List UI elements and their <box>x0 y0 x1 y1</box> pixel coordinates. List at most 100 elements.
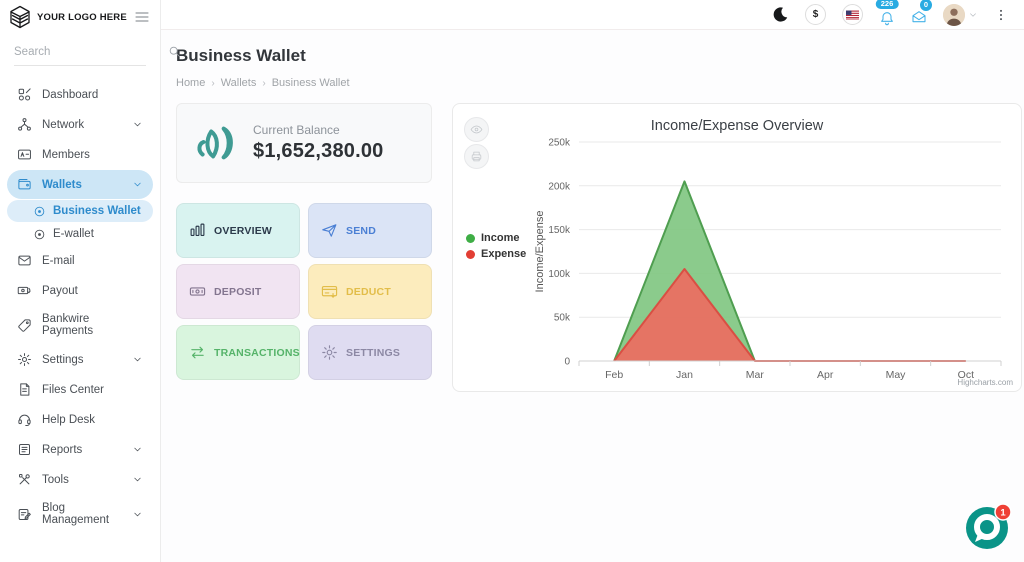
sidebar-item-files-center[interactable]: Files Center <box>7 375 153 404</box>
button-label: TRANSACTIONS <box>214 346 300 359</box>
wallet-actions: OVERVIEW SEND DEPOSIT DEDUCT TRANSACTION… <box>176 203 432 380</box>
paper-plane-icon <box>322 224 337 237</box>
notifications-button[interactable]: 226 <box>875 0 899 26</box>
currency-button[interactable]: $ <box>805 4 826 25</box>
breadcrumb-separator: › <box>211 77 215 89</box>
nav-label: Bankwire Payments <box>42 313 94 337</box>
chevron-down-icon <box>134 122 141 127</box>
nav-label: Business Wallet <box>53 205 141 217</box>
envelope-open-icon <box>912 10 926 22</box>
settings-button[interactable]: SETTINGS <box>308 325 432 380</box>
deduct-button[interactable]: DEDUCT <box>308 264 432 319</box>
breadcrumb: Home › Wallets › Business Wallet <box>176 77 350 89</box>
message-badge: 0 <box>920 0 932 11</box>
sidebar-nav: Dashboard Network Members Wallets Busine… <box>0 80 160 533</box>
file-icon <box>20 383 30 396</box>
sidebar-item-settings[interactable]: Settings <box>7 345 153 374</box>
svg-text:Jan: Jan <box>676 369 693 381</box>
button-label: SETTINGS <box>346 346 401 359</box>
svg-text:250k: 250k <box>548 138 571 149</box>
swap-arrows-icon <box>191 346 204 359</box>
sidebar-item-email[interactable]: E-mail <box>7 246 153 275</box>
send-button[interactable]: SEND <box>308 203 432 258</box>
area-chart: 050k100k150k200k250kFeb Jan Mar Apr May OctIn… <box>534 138 1002 381</box>
nav-label: Network <box>42 118 85 131</box>
sidebar-item-dashboard[interactable]: Dashboard <box>7 80 153 109</box>
sidebar-item-tools[interactable]: Tools <box>7 465 153 494</box>
sidebar-item-blog-management[interactable]: Blog Management <box>7 495 153 533</box>
chat-unread-badge: 1 <box>1000 507 1006 518</box>
sidebar-item-e-wallet[interactable]: E-wallet <box>7 223 153 245</box>
breadcrumb-wallets[interactable]: Wallets <box>221 77 257 89</box>
user-menu[interactable] <box>943 3 978 26</box>
search-icon[interactable] <box>168 45 181 58</box>
breadcrumb-home[interactable]: Home <box>176 77 205 89</box>
report-icon <box>19 444 30 455</box>
svg-text:May: May <box>886 369 907 381</box>
nav-label: Payout <box>42 284 78 297</box>
network-icon <box>18 118 31 131</box>
price-tag-icon <box>18 318 31 332</box>
envelope-icon <box>18 255 31 266</box>
target-icon <box>34 206 45 216</box>
svg-text:Mar: Mar <box>746 369 765 381</box>
card-minus-icon <box>321 285 338 298</box>
deposit-button[interactable]: DEPOSIT <box>176 264 300 319</box>
gear-icon <box>322 345 337 360</box>
target-icon <box>34 229 45 239</box>
nav-label: Blog Management <box>42 502 110 526</box>
top-bar: $ 226 0 <box>161 0 1024 30</box>
chat-widget-button[interactable]: 1 <box>964 503 1012 551</box>
banknote-icon <box>189 287 206 296</box>
button-label: DEDUCT <box>346 285 391 298</box>
more-options-button[interactable] <box>994 7 1008 23</box>
sidebar-item-reports[interactable]: Reports <box>7 435 153 464</box>
brand-logo-icon <box>10 5 30 29</box>
svg-text:0: 0 <box>564 357 570 368</box>
svg-text:100k: 100k <box>548 269 571 280</box>
breadcrumb-current: Business Wallet <box>271 77 350 89</box>
sidebar-item-business-wallet[interactable]: Business Wallet <box>7 200 153 222</box>
logo-row: YOUR LOGO HERE <box>0 0 160 33</box>
nav-label: Members <box>42 148 90 161</box>
chevron-down-icon <box>970 12 976 17</box>
bar-chart-icon <box>190 223 205 237</box>
button-label: SEND <box>346 224 376 237</box>
chart-credit[interactable]: Highcharts.com <box>957 378 1013 387</box>
brand-name: YOUR LOGO HERE <box>37 11 127 23</box>
bell-icon <box>881 11 893 25</box>
income-expense-chart-card: Income/Expense Overview Income Expense 0… <box>452 103 1022 392</box>
cash-icon <box>17 286 31 295</box>
sidebar-item-members[interactable]: Members <box>7 140 153 169</box>
nav-label: Tools <box>42 473 69 486</box>
currency-symbol: $ <box>812 9 819 20</box>
svg-text:200k: 200k <box>548 181 571 192</box>
nav-label: Settings <box>42 353 84 366</box>
blog-icon <box>18 508 31 520</box>
breadcrumb-separator: › <box>262 77 266 89</box>
nav-label: Files Center <box>42 383 104 396</box>
sidebar-item-help-desk[interactable]: Help Desk <box>7 405 153 434</box>
menu-toggle-icon[interactable] <box>134 9 150 25</box>
sidebar: YOUR LOGO HERE Dashboard Network <box>0 0 180 562</box>
sidebar-item-network[interactable]: Network <box>7 110 153 139</box>
overview-button[interactable]: OVERVIEW <box>176 203 300 258</box>
messages-button[interactable]: 0 <box>911 0 932 25</box>
main-content: Business Wallet Home › Wallets › Busines… <box>161 30 1024 562</box>
nav-label: E-mail <box>42 254 75 267</box>
transactions-button[interactable]: TRANSACTIONS <box>176 325 300 380</box>
balance-amount: $1,652,380.00 <box>253 140 384 162</box>
search-input[interactable] <box>14 45 168 58</box>
chevron-down-icon <box>134 512 141 516</box>
gear-icon <box>18 353 31 366</box>
svg-text:50k: 50k <box>554 313 571 324</box>
avatar <box>943 3 965 26</box>
sidebar-item-wallets[interactable]: Wallets <box>7 170 153 199</box>
sidebar-item-payout[interactable]: Payout <box>7 276 153 305</box>
nav-label: E-wallet <box>53 228 94 240</box>
sidebar-item-bankwire-payments[interactable]: Bankwire Payments <box>7 306 153 344</box>
dark-mode-toggle[interactable] <box>772 6 789 23</box>
chat-bubble-icon: 1 <box>966 503 1012 549</box>
language-button[interactable] <box>842 4 863 25</box>
balance-text: Current Balance $1,652,380.00 <box>253 123 384 163</box>
